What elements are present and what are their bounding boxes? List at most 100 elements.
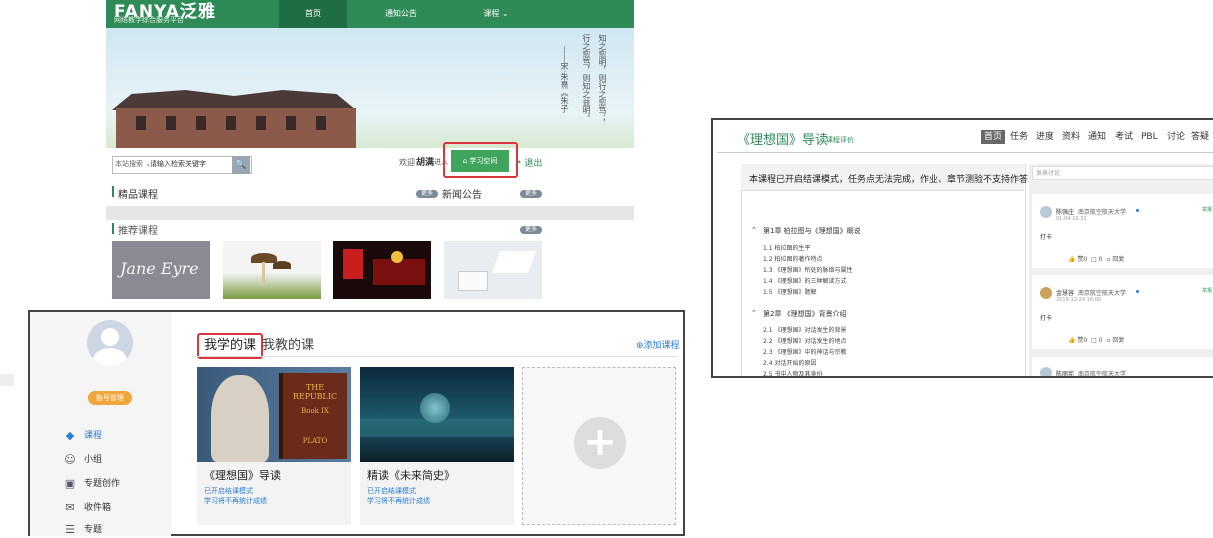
- book-subtitle: Book IX: [301, 407, 329, 415]
- course-thumb-jane-eyre[interactable]: Jane Eyre: [112, 241, 210, 299]
- section-item[interactable]: 2.5 书中人物及其身份: [763, 369, 822, 376]
- nav-home[interactable]: 首页: [279, 0, 347, 28]
- portal-banner: [106, 28, 634, 148]
- course-thumb-mushrooms[interactable]: [223, 241, 321, 299]
- banner-window: [196, 116, 206, 130]
- news-title: 新闻公告: [442, 190, 482, 201]
- commenter-name[interactable]: 金慧容: [1056, 288, 1074, 297]
- reply-count: 0: [1098, 256, 1103, 263]
- commenter-name[interactable]: 陈丽宪: [1056, 369, 1074, 376]
- comment-text: 打卡: [1040, 315, 1053, 322]
- card-title[interactable]: 精读《未来简史》: [367, 467, 455, 483]
- commenter-name[interactable]: 陈强庄: [1056, 207, 1074, 216]
- comment-date: 2019-12-24 16:00: [1056, 297, 1102, 303]
- comment-date: 01-04 16:32: [1056, 216, 1087, 222]
- tab-my-teaching[interactable]: 我教的课: [262, 335, 314, 357]
- logout-icon: ↗: [514, 159, 522, 169]
- course-icon: ◆: [65, 429, 75, 442]
- thumbs-up-icon[interactable]: 👍: [1068, 256, 1075, 263]
- chapter-toggle-icon[interactable]: ⌃: [751, 226, 757, 234]
- discussion-item: 金慧容 南京航空航天大学 2019-12-24 16:00 举报 打卡 👍 赞0…: [1032, 275, 1213, 349]
- section-item[interactable]: 2.1 《理想国》对话发生的背景: [763, 325, 846, 334]
- banner-quote-line: 行之愈笃，则知之益明。: [582, 34, 591, 122]
- course-detail-panel: 《理想国》导读 课程评价 首页 任务 进度 资料 通知 考试 PBL 讨论 答疑…: [711, 118, 1213, 378]
- add-course-button[interactable]: ⊕添加课程: [636, 338, 680, 351]
- stage-spot: [391, 251, 403, 263]
- discussion-item: 陈强庄 南京航空航天大学 01-04 16:32 举报 打卡 👍 赞0 □ 0 …: [1032, 194, 1213, 268]
- chapter-title[interactable]: 第2章 《理想国》背景介绍: [763, 309, 847, 319]
- search-icon[interactable]: 🔍: [232, 156, 250, 174]
- report-link[interactable]: 举报: [1202, 287, 1212, 294]
- course-title: 《理想国》导读: [737, 133, 829, 148]
- section-item[interactable]: 1.5 《理想国》题解: [763, 287, 816, 296]
- logout-label: 退出: [524, 159, 543, 169]
- recommended-more-button[interactable]: 更多: [520, 226, 542, 234]
- course-thumb-desk[interactable]: [444, 241, 542, 299]
- course-evaluate-link[interactable]: 课程评价: [826, 135, 854, 145]
- section-item[interactable]: 2.4 对话开始的原因: [763, 358, 816, 367]
- discussion-input[interactable]: 发表讨论: [1032, 166, 1213, 180]
- course-card-republic[interactable]: THE REPUBLIC Book IX PLATO 《理想国》导读 已开启结课…: [197, 367, 351, 525]
- banner-quote-source: ——宋·朱熹《朱子: [560, 46, 569, 113]
- news-more-button[interactable]: 更多: [520, 190, 542, 198]
- section-item[interactable]: 2.3 《理想国》中的神话与宗教: [763, 347, 846, 356]
- course-tab-pbl[interactable]: PBL: [1141, 130, 1158, 144]
- reply-link[interactable]: 回复: [1112, 256, 1124, 263]
- course-tab-home[interactable]: 首页: [981, 130, 1006, 144]
- section-item[interactable]: 1.3 《理想国》所处的脉络与属性: [763, 265, 852, 274]
- featured-more-button[interactable]: 更多: [416, 190, 438, 198]
- course-tab-progress[interactable]: 进度: [1036, 130, 1054, 144]
- comment-actions: 👍 赞0 □ 0 ▫ 回复: [1068, 254, 1124, 263]
- course-tab-notices[interactable]: 通知: [1088, 130, 1106, 144]
- card-title[interactable]: 《理想国》导读: [204, 467, 281, 483]
- course-tab-discussion[interactable]: 讨论: [1167, 130, 1185, 144]
- topic-icon: ▣: [64, 477, 76, 490]
- commenter-avatar[interactable]: [1040, 367, 1052, 376]
- course-header-divider: [717, 152, 1213, 153]
- account-management-button[interactable]: 账号管理: [88, 391, 132, 405]
- logout-link[interactable]: ↗ 退出: [514, 156, 542, 169]
- add-course-card[interactable]: +: [522, 367, 676, 525]
- section-item[interactable]: 1.1 柏拉图的生平: [763, 243, 810, 252]
- commenter-avatar[interactable]: [1040, 287, 1052, 299]
- course-tab-tasks[interactable]: 任务: [1010, 130, 1028, 144]
- nav-courses[interactable]: 课程 ⌄: [466, 0, 526, 28]
- course-tab-qa[interactable]: 答疑: [1191, 130, 1209, 144]
- search-scope-select[interactable]: 本站搜索 ⌄: [115, 159, 151, 169]
- reply-icon: ▫: [1106, 337, 1111, 344]
- course-card-homo-deus[interactable]: 精读《未来简史》 已开启结课模式 学习将不再统计成绩: [360, 367, 514, 525]
- like-count[interactable]: 赞0: [1077, 337, 1087, 344]
- avatar-body: [93, 348, 127, 366]
- sidebar-item-topic-creation[interactable]: 专题创作: [84, 476, 120, 492]
- section-item[interactable]: 2.2 《理想国》对话发生的地点: [763, 336, 846, 345]
- section-item[interactable]: 1.2 柏拉图的著作特点: [763, 254, 822, 263]
- learning-space-button[interactable]: ⌂ 学习空间: [451, 150, 509, 172]
- status-dot: [1136, 209, 1139, 212]
- course-thumb-stage[interactable]: [333, 241, 431, 299]
- course-tab-exams[interactable]: 考试: [1115, 130, 1133, 144]
- commenter-avatar[interactable]: [1040, 206, 1052, 218]
- like-count[interactable]: 赞0: [1077, 256, 1087, 263]
- thumbs-up-icon[interactable]: 👍: [1068, 337, 1075, 344]
- report-link[interactable]: 举报: [1202, 206, 1212, 213]
- card-status: 已开启结课模式: [204, 487, 253, 495]
- sidebar-item-inbox[interactable]: 收件箱: [84, 500, 111, 516]
- section-item[interactable]: 1.4 《理想国》的三种解读方式: [763, 276, 846, 285]
- reply-link[interactable]: 回复: [1112, 337, 1124, 344]
- chapter-title[interactable]: 第1章 柏拉图与《理想国》概说: [763, 226, 861, 236]
- chapter-toggle-icon[interactable]: ⌃: [751, 309, 757, 317]
- welcome-label: 欢迎: [399, 158, 415, 167]
- discussion-item: 陈丽宪 南京航空航天大学: [1032, 357, 1213, 376]
- banner-quote-line: 知之愈明，则行之愈笃；: [598, 34, 607, 122]
- desk-notebook: [458, 271, 488, 291]
- mushroom-stem: [262, 262, 265, 284]
- nav-notices[interactable]: 通知公告: [371, 0, 431, 28]
- republic-book: THE REPUBLIC Book IX PLATO: [279, 373, 347, 459]
- avatar[interactable]: [87, 320, 133, 366]
- portal-panel: FANYA泛雅 网络教学综合服务平台 首页 通知公告 课程 ⌄ 知之愈明，则行之…: [106, 0, 634, 300]
- sidebar-item-courses[interactable]: 课程: [84, 428, 102, 444]
- tab-underline: [193, 356, 676, 357]
- search-input-text: 请输入检索关键字: [150, 160, 206, 168]
- course-tab-materials[interactable]: 资料: [1062, 130, 1080, 144]
- sidebar-item-groups[interactable]: 小组: [84, 452, 102, 468]
